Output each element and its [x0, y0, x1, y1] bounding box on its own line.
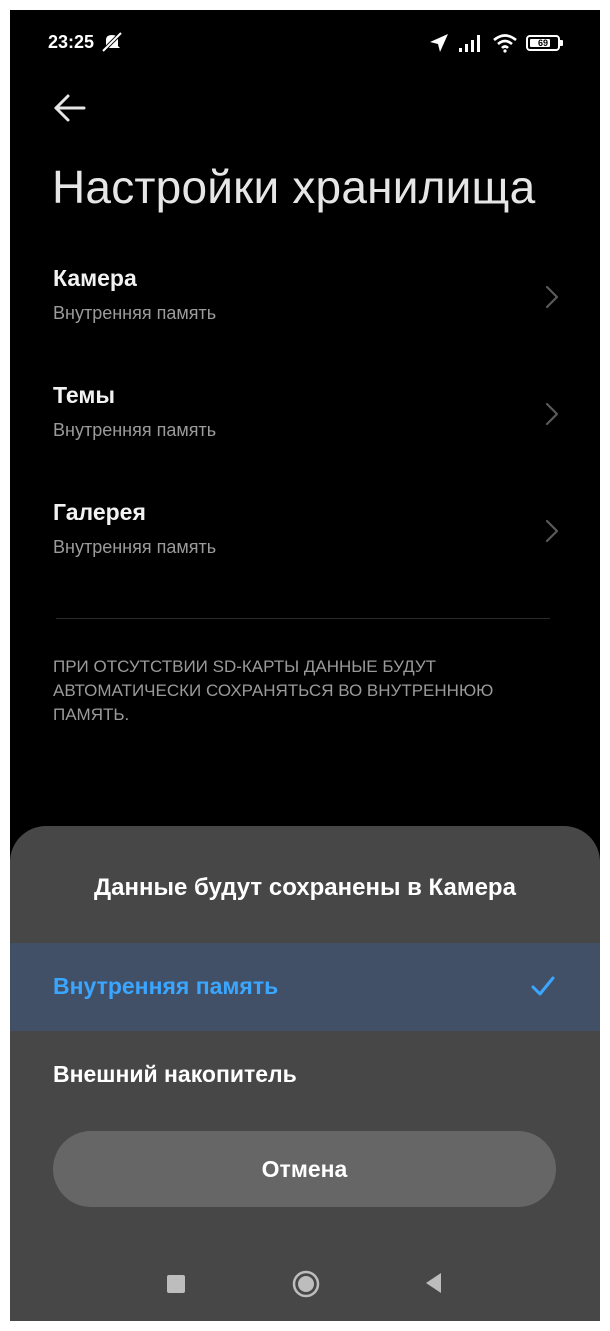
chevron-right-icon: [545, 519, 559, 543]
setting-item-gallery[interactable]: Галерея Внутренняя память: [10, 499, 600, 599]
setting-label: Темы: [53, 382, 116, 408]
setting-value: Внутренняя память: [53, 303, 217, 323]
option-label: Внешний накопитель: [53, 1061, 297, 1087]
arrow-left-icon[interactable]: [50, 88, 90, 128]
location-arrow-icon: [430, 34, 448, 52]
battery-icon: 69: [526, 35, 563, 51]
divider: [56, 618, 550, 619]
option-internal-memory[interactable]: Внутренняя память: [10, 943, 600, 1031]
recents-square-icon[interactable]: [167, 1275, 185, 1293]
chevron-right-icon: [545, 285, 559, 309]
page-title: Настройки хранилища: [52, 161, 536, 213]
status-bar: 23:25 69: [10, 10, 600, 70]
home-circle-icon[interactable]: [292, 1270, 320, 1298]
setting-label: Галерея: [53, 499, 146, 525]
status-time: 23:25: [48, 32, 95, 52]
battery-level: 69: [537, 38, 548, 48]
setting-label: Камера: [53, 265, 137, 291]
mute-icon: [101, 31, 123, 53]
sheet-title: Данные будут сохранены в Камера: [94, 874, 516, 901]
storage-bottom-sheet: Данные будут сохранены в Камера Внутренн…: [10, 826, 600, 1321]
back-triangle-icon[interactable]: [423, 1271, 443, 1295]
setting-value: Внутренняя память: [53, 537, 217, 557]
setting-item-themes[interactable]: Темы Внутренняя память: [10, 382, 600, 482]
option-external-storage[interactable]: Внешний накопитель: [10, 1031, 600, 1119]
option-label: Внутренняя память: [53, 973, 279, 999]
signal-icon: [459, 35, 480, 52]
sd-card-note: При отсутствии SD-карты данные будут авт…: [53, 657, 494, 724]
setting-item-camera[interactable]: Камера Внутренняя память: [10, 265, 600, 365]
check-icon: [531, 976, 555, 996]
setting-value: Внутренняя память: [53, 420, 217, 440]
cancel-button[interactable]: Отмена: [53, 1131, 556, 1207]
wifi-icon: [493, 34, 517, 53]
navigation-bar: [10, 1246, 600, 1321]
phone-screen: 23:25 69 Настройки хранилища Камера Внут…: [10, 10, 600, 1321]
chevron-right-icon: [545, 402, 559, 426]
status-icons: 69: [428, 30, 563, 56]
